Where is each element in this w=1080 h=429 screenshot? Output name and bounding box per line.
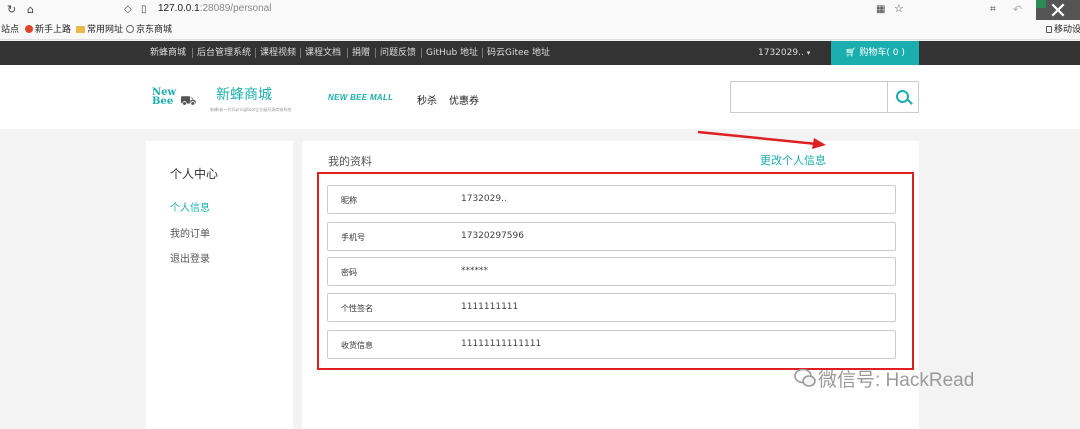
undo-icon[interactable]: ↶ (1013, 3, 1022, 17)
annotation-arrow (697, 130, 826, 149)
logo-title: 新蜂商城 (216, 87, 272, 103)
bookmark-site[interactable]: 站点 (1, 24, 19, 36)
search-icon-handle (907, 99, 913, 105)
sidebar (146, 141, 293, 429)
edit-profile-link[interactable]: 更改个人信息 (760, 152, 826, 168)
bookmark-common[interactable]: 常用网址 (76, 24, 123, 36)
topnav-link-github[interactable]: GitHub 地址 (426, 47, 478, 59)
topnav-link-home[interactable]: 新蜂商城 (150, 47, 186, 59)
divider (482, 48, 483, 58)
nav-coupon[interactable]: 优惠券 (449, 92, 479, 107)
mall-tag[interactable]: NEW BEE MALL (328, 93, 393, 102)
fire-icon (25, 25, 33, 33)
folder-icon (76, 26, 85, 33)
browser-toolbar: ↻ ⌂ ◇ ▯ 127.0.0.1:28089/personal ▦ ☆ ⌗ ↶ (0, 0, 1080, 20)
address-bar[interactable]: 127.0.0.1:28089/personal (158, 3, 271, 14)
topnav-link-gitee[interactable]: 码云Gitee 地址 (487, 47, 550, 59)
globe-icon (126, 25, 134, 33)
topnav-link-donate[interactable]: 捐赠 (352, 47, 370, 59)
divider (300, 48, 301, 58)
page-title: 我的资料 (328, 155, 372, 168)
divider (192, 48, 193, 58)
url-path: :28089/personal (199, 3, 272, 14)
topnav-link-feedback[interactable]: 问题反馈 (380, 47, 416, 59)
reload-icon[interactable]: ↻ (7, 3, 16, 17)
shield-icon[interactable]: ◇ (124, 3, 132, 17)
chevron-down-icon: ▾ (806, 49, 811, 57)
search-button[interactable] (888, 81, 919, 113)
cart-icon: 🛒︎ (845, 48, 857, 58)
bookmark-label: 常用网址 (87, 25, 124, 35)
qr-icon[interactable]: ▦ (876, 3, 885, 17)
logo-bee: Bee (152, 96, 174, 107)
bookmark-label: 移动设备 (1054, 25, 1080, 35)
star-icon[interactable]: ☆ (894, 2, 904, 16)
divider (421, 48, 422, 58)
bookmark-label: 京东商城 (136, 25, 173, 35)
divider (375, 48, 376, 58)
username: 1732029.. (758, 48, 804, 58)
sidebar-item-logout[interactable]: 退出登录 (170, 250, 210, 265)
divider (347, 48, 348, 58)
logo-subtitle: 新蜂(新一代)SpringBoot企业级开源商城系统 (210, 107, 292, 112)
logo-cart-icon: ⛟ (180, 94, 197, 109)
url-host: 127.0.0.1 (158, 3, 200, 14)
sidebar-item-orders[interactable]: 我的订单 (170, 225, 210, 240)
topnav-link-admin[interactable]: 后台管理系统 (197, 47, 251, 59)
logo[interactable]: New Bee (152, 88, 176, 107)
sidebar-item-profile[interactable]: 个人信息 (170, 199, 210, 214)
wechat-icon (794, 368, 816, 387)
bookmark-mobile[interactable]: 移动设备 (1046, 24, 1080, 36)
sidebar-title: 个人中心 (170, 167, 219, 181)
bookmark-newbie[interactable]: 新手上路 (25, 24, 71, 36)
crop-icon[interactable]: ⌗ (990, 3, 996, 17)
topnav-link-docs[interactable]: 课程文档 (305, 47, 341, 59)
page-icon: ▯ (141, 4, 147, 15)
search-input[interactable] (730, 81, 888, 113)
tab-thumb (1036, 0, 1046, 8)
annotation-frame (317, 172, 914, 370)
watermark: 微信号: HackRead (818, 370, 975, 391)
bookmarks-bar: 站点 新手上路 常用网址 京东商城 移动设备 (0, 20, 1080, 40)
topnav-link-video[interactable]: 课程视频 (260, 47, 296, 59)
bookmark-jd[interactable]: 京东商城 (126, 24, 172, 36)
cart-button[interactable]: 🛒︎ 购物车( 0 ) (831, 41, 919, 65)
mobile-icon (1046, 26, 1052, 33)
home-icon[interactable]: ⌂ (27, 3, 34, 17)
bookmark-label: 新手上路 (35, 25, 72, 35)
nav-seckill[interactable]: 秒杀 (417, 92, 437, 107)
divider (255, 48, 256, 58)
user-menu[interactable]: 1732029.. ▾ (758, 47, 810, 59)
cart-label: 购物车( 0 ) (859, 48, 905, 58)
